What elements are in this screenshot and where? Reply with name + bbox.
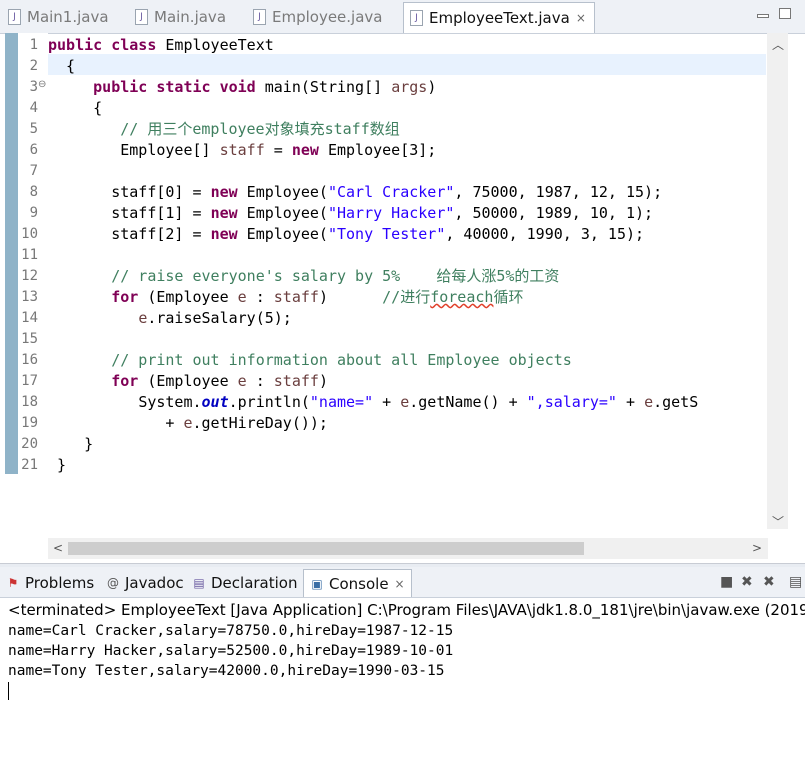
line-number: 3 <box>29 79 38 95</box>
code-line-17: for (Employee e : staff) <box>111 372 328 390</box>
code-line-21: } <box>48 456 67 474</box>
tab-employeetext-java[interactable]: J EmployeeText.java × <box>403 2 595 33</box>
code-line-12: // raise everyone's salary by 5% 给每人涨5%的… <box>111 267 560 285</box>
line-number: 20 <box>21 436 38 452</box>
remove-launch-icon[interactable]: ✖ <box>741 574 753 590</box>
line-number: 18 <box>21 394 38 410</box>
code-line-20: } <box>48 435 94 453</box>
console-output-line: name=Harry Hacker,salary=52500.0,hireDay… <box>8 643 454 659</box>
vertical-scrollbar[interactable]: ︿ ﹀ <box>767 33 788 529</box>
console-status-header: <terminated> EmployeeText [Java Applicat… <box>8 601 805 619</box>
java-file-icon: J <box>410 10 423 26</box>
code-line-10: staff[2] = new Employee("Tony Tester", 4… <box>111 225 645 243</box>
line-number: 7 <box>29 163 38 179</box>
tab-label: Javadoc <box>125 573 184 592</box>
code-line-6: Employee[] staff = new Employee[3]; <box>48 141 437 159</box>
code-text-area[interactable]: public class EmployeeText { public stati… <box>48 33 768 529</box>
code-line-14: e.raiseSalary(5); <box>138 309 292 327</box>
declaration-icon: ▤ <box>193 575 205 590</box>
panel-tab-bar: ⚑ Problems @ Javadoc ▤ Declaration ▣ Con… <box>0 567 805 598</box>
code-line-19: + e.getHireDay()); <box>165 414 328 432</box>
close-icon[interactable]: × <box>395 577 405 591</box>
tab-problems[interactable]: ⚑ Problems <box>6 569 95 596</box>
scroll-left-icon[interactable]: < <box>53 541 63 555</box>
line-number: 4 <box>29 100 38 116</box>
scroll-up-icon[interactable]: ︿ <box>772 36 784 53</box>
java-file-icon: J <box>253 9 266 25</box>
tab-label: Declaration <box>211 573 298 592</box>
code-editor[interactable]: J Main1.java J Main.java J Employee.java… <box>0 0 805 564</box>
code-line-2: { <box>48 57 76 75</box>
tab-label: Problems <box>25 573 95 592</box>
tab-main1-java[interactable]: J Main1.java <box>8 3 109 31</box>
java-file-icon: J <box>8 9 21 25</box>
tab-label: Main.java <box>154 8 227 26</box>
tab-console[interactable]: ▣ Console × <box>303 569 412 597</box>
console-menu-icon[interactable]: ▤ <box>789 574 802 590</box>
tab-javadoc[interactable]: @ Javadoc <box>106 569 184 596</box>
tab-employee-java[interactable]: J Employee.java <box>253 3 383 31</box>
line-number-ruler: 1 2 3 ⊖ 4 5 6 7 8 9 10 11 12 13 14 15 16… <box>18 33 48 529</box>
code-line-16: // print out information about all Emplo… <box>111 351 572 369</box>
code-line-18: System.out.println("name=" + e.getName()… <box>138 393 699 411</box>
line-number: 13 <box>21 289 38 305</box>
remove-all-terminated-icon[interactable]: ✖ <box>763 574 775 590</box>
change-ruler <box>5 33 18 474</box>
tab-label: EmployeeText.java <box>429 9 570 27</box>
tab-label: Main1.java <box>27 8 109 26</box>
code-line-13: for (Employee e : staff) //进行foreach循环 <box>111 288 524 306</box>
fold-icon[interactable]: ⊖ <box>38 79 46 90</box>
tab-label: Console <box>329 574 389 593</box>
console-icon: ▣ <box>311 576 323 591</box>
code-line-3: public static void main(String[] args) <box>93 78 437 96</box>
line-number: 16 <box>21 352 38 368</box>
tab-declaration[interactable]: ▤ Declaration <box>192 569 297 596</box>
horizontal-scrollbar[interactable]: < > <box>48 538 768 559</box>
console-panel: ⚑ Problems @ Javadoc ▤ Declaration ▣ Con… <box>0 567 805 781</box>
code-line-5: // 用三个employee对象填充staff数组 <box>120 120 400 138</box>
line-number: 1 <box>29 37 38 53</box>
terminate-icon[interactable]: ■ <box>720 574 733 590</box>
text-cursor <box>8 682 9 700</box>
line-number: 17 <box>21 373 38 389</box>
line-number: 10 <box>21 226 38 242</box>
console-output-line: name=Carl Cracker,salary=78750.0,hireDay… <box>8 623 454 639</box>
scrollbar-thumb[interactable] <box>68 542 584 555</box>
code-line-1: public class EmployeeText <box>48 36 274 54</box>
editor-tab-bar: J Main1.java J Main.java J Employee.java… <box>0 0 805 34</box>
problems-icon: ⚑ <box>7 575 19 590</box>
line-number: 11 <box>21 247 38 263</box>
line-number: 14 <box>21 310 38 326</box>
code-line-8: staff[0] = new Employee("Carl Cracker", … <box>111 183 663 201</box>
code-line-4: { <box>48 99 103 117</box>
line-number: 9 <box>29 205 38 221</box>
javadoc-icon: @ <box>107 575 119 590</box>
scroll-right-icon[interactable]: > <box>752 541 762 555</box>
tab-label: Employee.java <box>272 8 383 26</box>
scroll-down-icon[interactable]: ﹀ <box>772 513 784 530</box>
line-number: 6 <box>29 142 38 158</box>
line-number: 8 <box>29 184 38 200</box>
console-output-line: name=Tony Tester,salary=42000.0,hireDay=… <box>8 663 445 679</box>
maximize-icon[interactable] <box>779 8 791 19</box>
java-file-icon: J <box>135 9 148 25</box>
line-number: 19 <box>21 415 38 431</box>
tab-main-java[interactable]: J Main.java <box>135 3 226 31</box>
close-icon[interactable]: × <box>576 11 586 25</box>
line-number: 12 <box>21 268 38 284</box>
line-number: 5 <box>29 121 38 137</box>
line-number: 2 <box>29 58 38 74</box>
line-number: 15 <box>21 331 38 347</box>
line-number: 21 <box>21 457 38 473</box>
code-line-9: staff[1] = new Employee("Harry Hacker", … <box>111 204 654 222</box>
spelling-warning: foreach <box>430 288 494 306</box>
minimize-icon[interactable] <box>757 14 769 18</box>
